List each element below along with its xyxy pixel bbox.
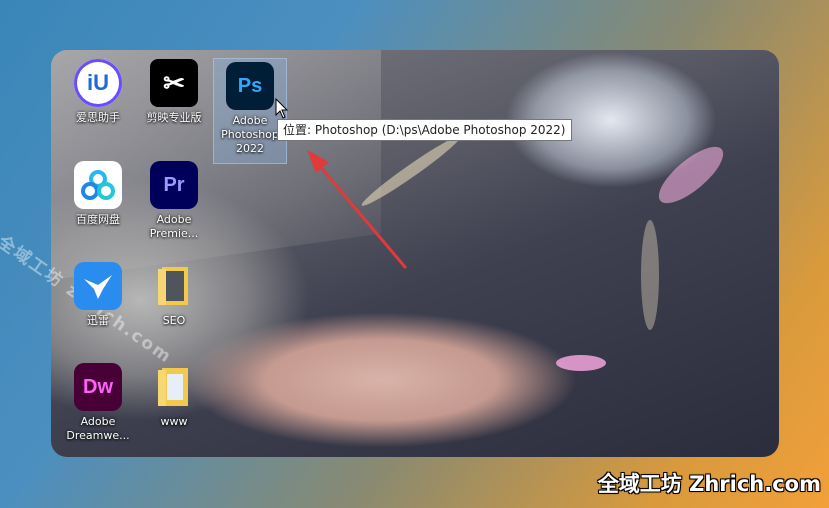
path-tooltip: 位置: Photoshop (D:\ps\Adobe Photoshop 202… [277,119,572,141]
mouse-cursor-icon [275,98,289,119]
annotation-arrow [307,150,407,269]
watermark-corner: 全域工坊 Zhrich.com [597,472,821,496]
